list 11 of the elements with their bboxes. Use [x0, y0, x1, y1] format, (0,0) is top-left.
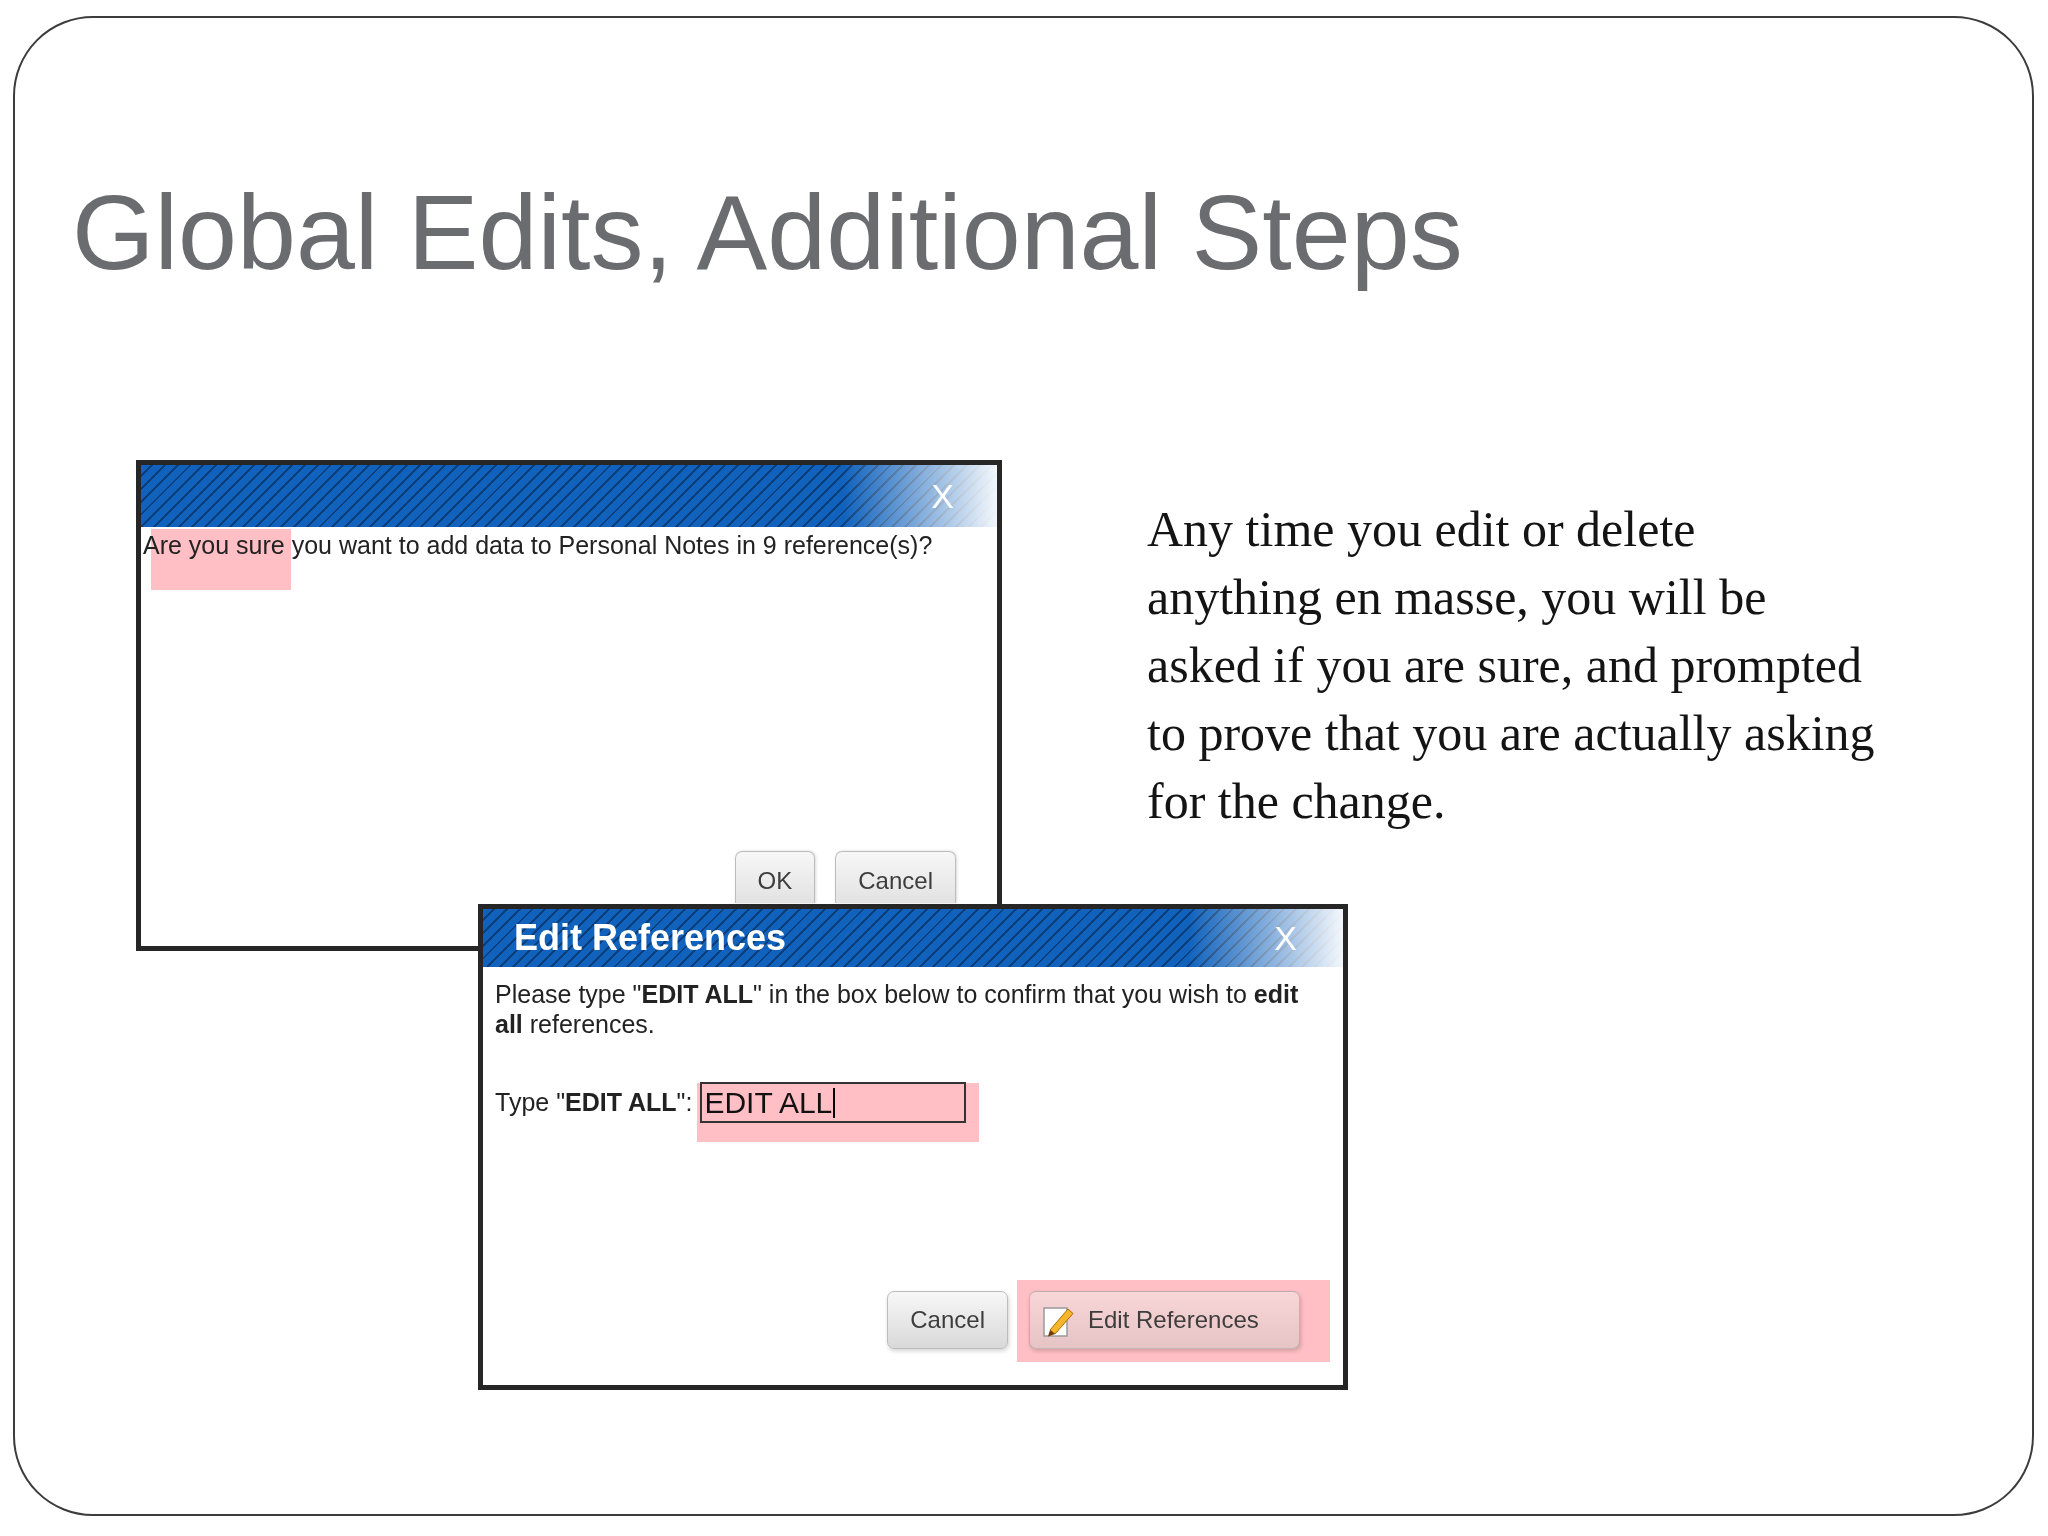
- body-paragraph: Any time you edit or delete anything en masse, you will be asked if you are sure, and prompted to prove that you are actually asking for the change.: [1147, 500, 1876, 831]
- dialog-button[interactable]: Edit References: [1029, 1291, 1300, 1349]
- slide-title: Global Edits, Additional Steps: [72, 172, 1463, 293]
- text-input[interactable]: EDIT ALL: [700, 1082, 967, 1123]
- dialog-message: Are you sure you want to add data to Personal Notes in 9 reference(s)?: [143, 530, 934, 560]
- dialog-button[interactable]: Cancel: [887, 1291, 1008, 1349]
- dialog-message: Please type "EDIT ALL" in the box below to confirm that you wish to edit all references.: [495, 979, 1300, 1039]
- dialog-button[interactable]: OK: [734, 851, 816, 903]
- dialog-button[interactable]: Cancel: [835, 851, 956, 903]
- field-label: Type "EDIT ALL":: [495, 1088, 693, 1117]
- dialog-title: Edit References: [514, 917, 787, 959]
